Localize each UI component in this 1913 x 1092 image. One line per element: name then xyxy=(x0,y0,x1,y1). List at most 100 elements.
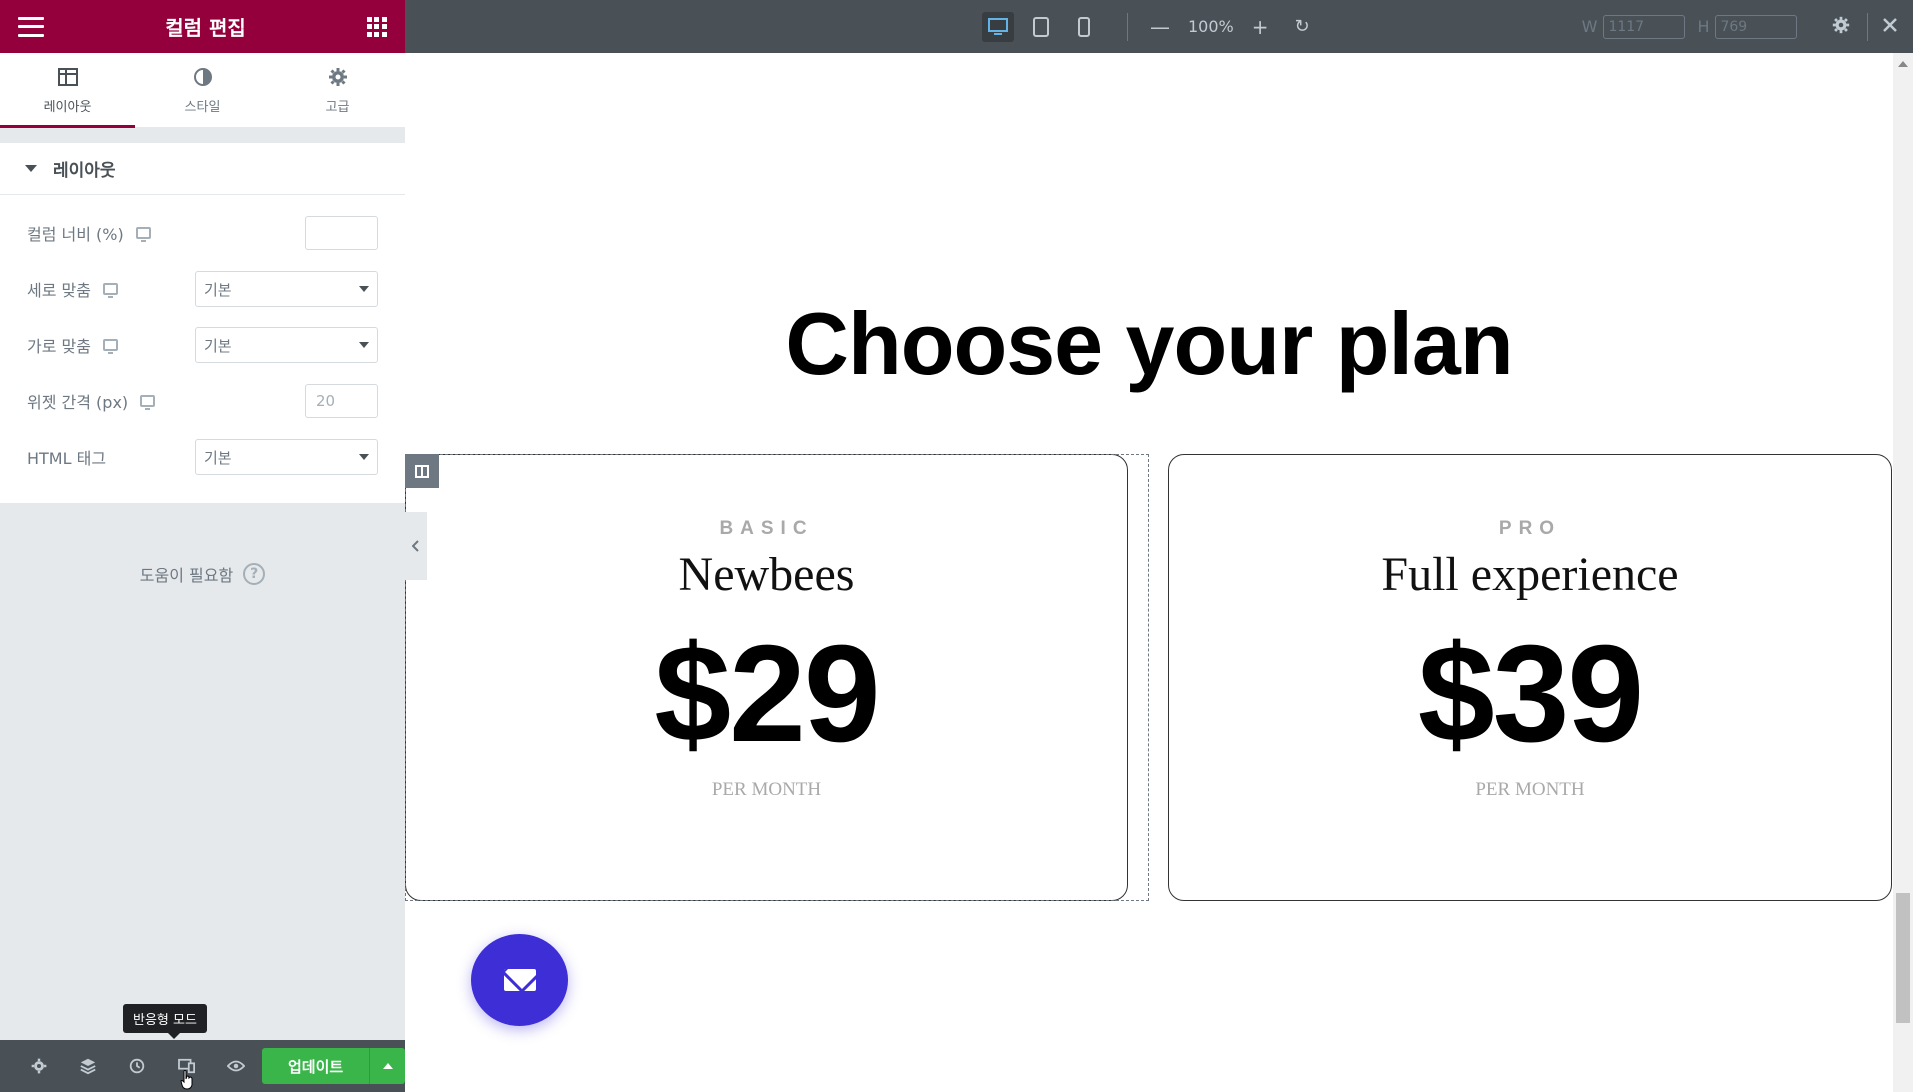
reset-zoom-icon[interactable]: ↻ xyxy=(1295,16,1310,37)
horizontal-align-control: 가로 맞춤 기본 xyxy=(27,317,378,373)
responsive-toolbar: — 100% + ↻ W 1117 H 769 xyxy=(405,0,1913,53)
selected-column-outline xyxy=(405,454,1149,901)
toolbar-divider xyxy=(1867,12,1869,41)
html-tag-label: HTML 태그 xyxy=(27,449,107,468)
plan-tier: PRO xyxy=(1498,518,1562,539)
column-width-input[interactable] xyxy=(305,216,378,250)
hand-cursor-icon xyxy=(180,1070,193,1090)
settings-icon[interactable] xyxy=(1831,15,1851,39)
vertical-align-select[interactable]: 기본 xyxy=(195,271,378,307)
height-label: H xyxy=(1697,17,1710,36)
column-width-control: 컬럼 너비 (%) xyxy=(27,205,378,261)
chevron-down-icon xyxy=(359,286,369,292)
width-label: W xyxy=(1581,17,1598,36)
tab-style-label: 스타일 xyxy=(184,99,221,115)
widget-spacing-label: 위젯 간격 (px) xyxy=(27,393,129,412)
settings-icon[interactable] xyxy=(14,1040,63,1092)
desktop-icon[interactable] xyxy=(140,395,156,410)
panel-title: 컬럼 편집 xyxy=(165,16,246,40)
chevron-down-icon xyxy=(359,454,369,460)
horizontal-align-value: 기본 xyxy=(204,336,232,355)
close-icon[interactable] xyxy=(1882,17,1898,37)
section-header[interactable]: 레이아웃 xyxy=(0,143,405,195)
height-field-wrap: H 769 xyxy=(1697,14,1798,39)
tablet-icon xyxy=(1033,16,1049,37)
toolbar-divider xyxy=(1127,12,1128,41)
envelope-icon xyxy=(503,969,536,991)
horizontal-align-label-wrap: 가로 맞춤 xyxy=(27,333,118,357)
caret-down-icon xyxy=(25,165,37,172)
save-options-button[interactable] xyxy=(369,1048,405,1084)
plan-period: PER MONTH xyxy=(1475,779,1585,801)
vertical-align-value: 기본 xyxy=(204,280,232,299)
html-tag-select[interactable]: 기본 xyxy=(195,439,378,475)
preview-canvas: Choose your plan BASIC Newbees $29 PER M… xyxy=(405,53,1893,1092)
tablet-device-button[interactable] xyxy=(1025,12,1057,42)
column-handle-icon[interactable] xyxy=(405,454,439,488)
widget-spacing-control: 위젯 간격 (px) 20 xyxy=(27,373,378,429)
desktop-icon[interactable] xyxy=(135,227,151,242)
html-tag-value: 기본 xyxy=(204,448,232,467)
tab-layout[interactable]: 레이아웃 xyxy=(0,53,135,128)
horizontal-align-select[interactable]: 기본 xyxy=(195,327,378,363)
page-headline: Choose your plan xyxy=(785,294,1513,393)
collapse-panel-button[interactable] xyxy=(405,512,427,580)
layers-icon[interactable] xyxy=(63,1040,112,1092)
scroll-up-arrow-icon[interactable] xyxy=(1898,61,1908,67)
contact-fab-button[interactable] xyxy=(471,934,568,1026)
controls-list: 컬럼 너비 (%) 세로 맞춤 기본 가로 맞춤 기본 위젯 간격 (px) 2… xyxy=(0,195,405,503)
gear-icon xyxy=(328,67,347,86)
widget-spacing-input[interactable]: 20 xyxy=(305,384,378,418)
horizontal-align-label: 가로 맞춤 xyxy=(27,337,91,356)
chevron-left-icon xyxy=(412,540,419,552)
plan-name: Full experience xyxy=(1381,548,1679,601)
zoom-out-icon[interactable]: — xyxy=(1150,15,1170,39)
mobile-icon xyxy=(1078,16,1090,37)
html-tag-control: HTML 태그 기본 xyxy=(27,429,378,485)
help-link[interactable]: 도움이 필요함 ? xyxy=(0,562,405,586)
chevron-down-icon xyxy=(359,342,369,348)
tab-layout-label: 레이아웃 xyxy=(43,99,92,115)
column-width-label: 컬럼 너비 (%) xyxy=(27,225,124,244)
widget-spacing-label-wrap: 위젯 간격 (px) xyxy=(27,389,156,413)
width-input[interactable]: 1117 xyxy=(1603,14,1686,39)
editor-panel: 컬럼 편집 레이아웃 스타일 고급 레이아웃 컬럼 너비 (%) 세로 맞춤 기… xyxy=(0,0,405,1092)
zoom-in-icon[interactable]: + xyxy=(1252,15,1269,39)
pricing-card-pro[interactable]: PRO Full experience $39 PER MONTH xyxy=(1168,454,1892,901)
vertical-align-label-wrap: 세로 맞춤 xyxy=(27,277,118,301)
layout-section: 레이아웃 컬럼 너비 (%) 세로 맞춤 기본 가로 맞춤 기본 위젯 간격 (… xyxy=(0,143,405,503)
help-text: 도움이 필요함 xyxy=(139,566,234,585)
editor-root: 컬럼 편집 레이아웃 스타일 고급 레이아웃 컬럼 너비 (%) 세로 맞춤 기… xyxy=(0,0,1913,1092)
desktop-icon[interactable] xyxy=(102,339,118,354)
vertical-align-control: 세로 맞춤 기본 xyxy=(27,261,378,317)
desktop-device-button[interactable] xyxy=(982,11,1014,42)
question-icon: ? xyxy=(243,563,266,585)
contrast-icon xyxy=(193,67,212,86)
height-input[interactable]: 769 xyxy=(1715,14,1798,39)
tab-advanced[interactable]: 고급 xyxy=(270,53,405,127)
scrollbar-thumb[interactable] xyxy=(1896,893,1910,1023)
widgets-grid-icon[interactable] xyxy=(366,16,387,37)
width-field-wrap: W 1117 xyxy=(1581,14,1686,39)
desktop-icon xyxy=(988,17,1008,35)
panel-header: 컬럼 편집 xyxy=(0,0,405,53)
column-width-label-wrap: 컬럼 너비 (%) xyxy=(27,221,151,245)
html-tag-label-wrap: HTML 태그 xyxy=(27,445,106,469)
tab-advanced-label: 고급 xyxy=(325,99,350,115)
history-icon[interactable] xyxy=(113,1040,162,1092)
update-button[interactable]: 업데이트 xyxy=(261,1048,370,1084)
caret-up-icon xyxy=(382,1063,393,1069)
menu-icon[interactable] xyxy=(18,16,44,37)
vertical-align-label: 세로 맞춤 xyxy=(27,281,91,300)
desktop-icon[interactable] xyxy=(102,283,118,298)
tab-style[interactable]: 스타일 xyxy=(135,53,270,127)
preview-eye-icon[interactable] xyxy=(211,1040,260,1092)
section-title: 레이아웃 xyxy=(53,161,116,181)
plan-price: $39 xyxy=(1417,617,1644,771)
responsive-mode-tooltip: 반응형 모드 xyxy=(123,1004,207,1039)
layout-icon xyxy=(57,67,78,86)
mobile-device-button[interactable] xyxy=(1068,12,1100,42)
panel-footer: 업데이트 xyxy=(0,1040,405,1092)
canvas-scrollbar[interactable] xyxy=(1893,53,1913,1092)
zoom-level: 100% xyxy=(1188,17,1234,36)
